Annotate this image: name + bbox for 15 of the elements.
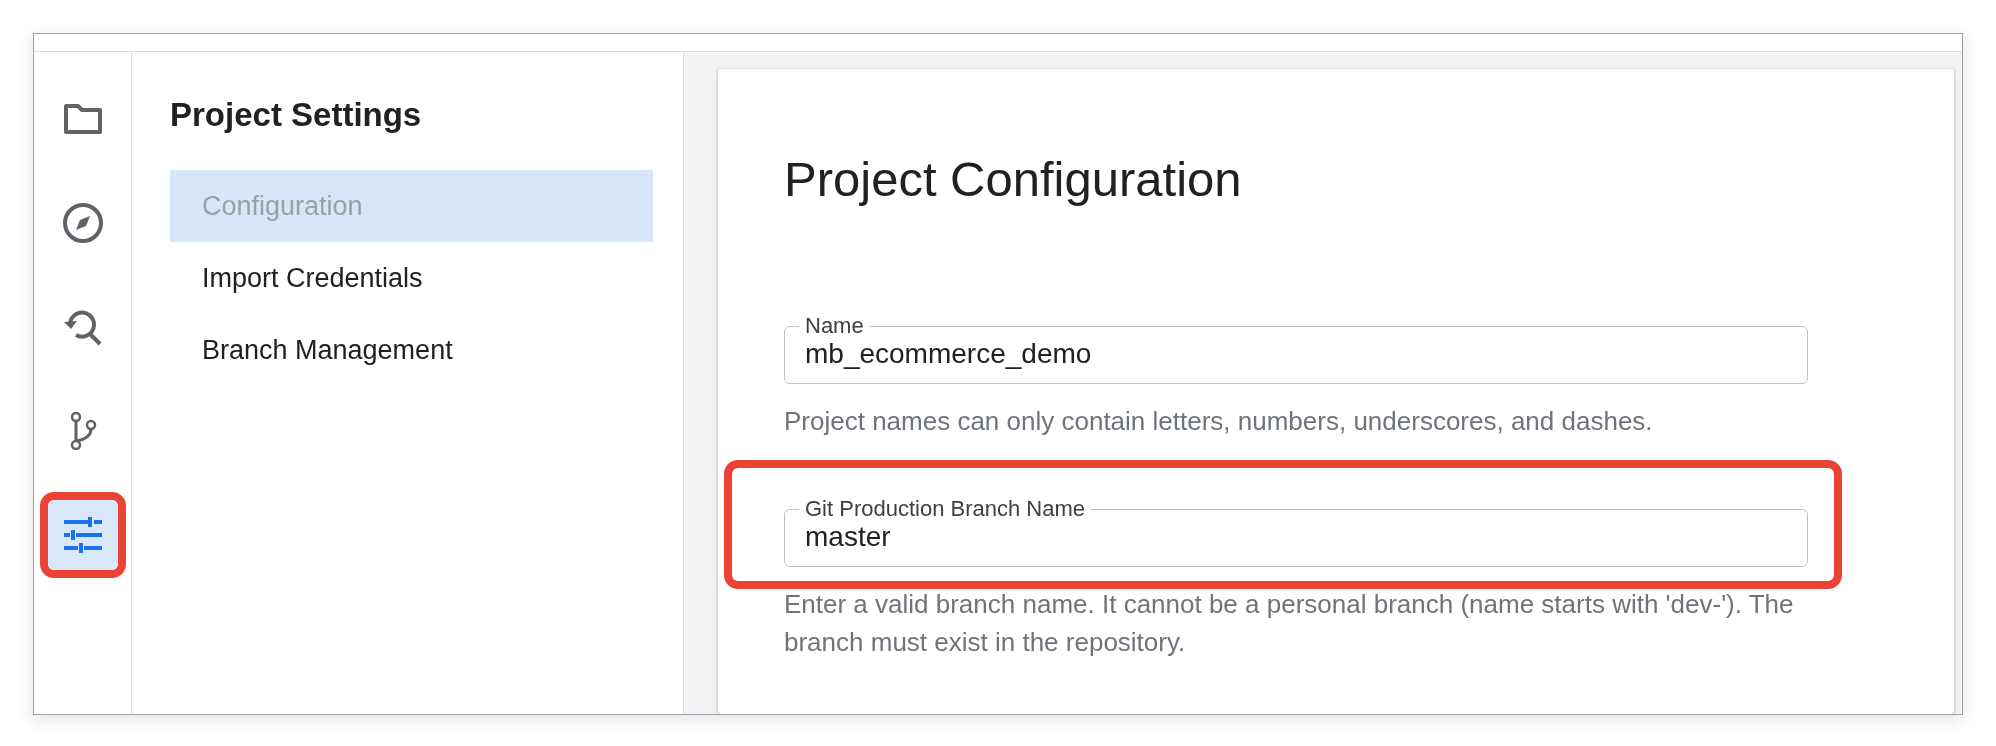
sliders-icon	[63, 517, 102, 553]
field-label: Name	[804, 315, 865, 337]
card-title: Project Configuration	[784, 151, 1243, 207]
help-text: Enter a valid branch name. It cannot be a personal branch (name starts with 'dev-'). The branch must exist in the repository.	[784, 588, 1795, 659]
sliders-nav-button[interactable]	[47, 500, 118, 570]
text-field[interactable]: Name mb_ecommerce_demo	[784, 315, 1808, 384]
folder-icon	[62, 102, 103, 136]
help-text: Project names can only contain letters, numbers, underscores, and dashes.	[784, 405, 1654, 438]
branch-icon	[68, 412, 97, 450]
field-label: Git Production Branch Name	[804, 498, 1087, 520]
text-field[interactable]: Git Production Branch Name master	[784, 498, 1808, 567]
compass-icon	[61, 202, 104, 244]
sidebar-item[interactable]: Branch Management	[170, 314, 653, 386]
sidebar-title: Project Settings	[170, 96, 423, 134]
sidebar-item[interactable]: Import Credentials	[170, 242, 653, 314]
